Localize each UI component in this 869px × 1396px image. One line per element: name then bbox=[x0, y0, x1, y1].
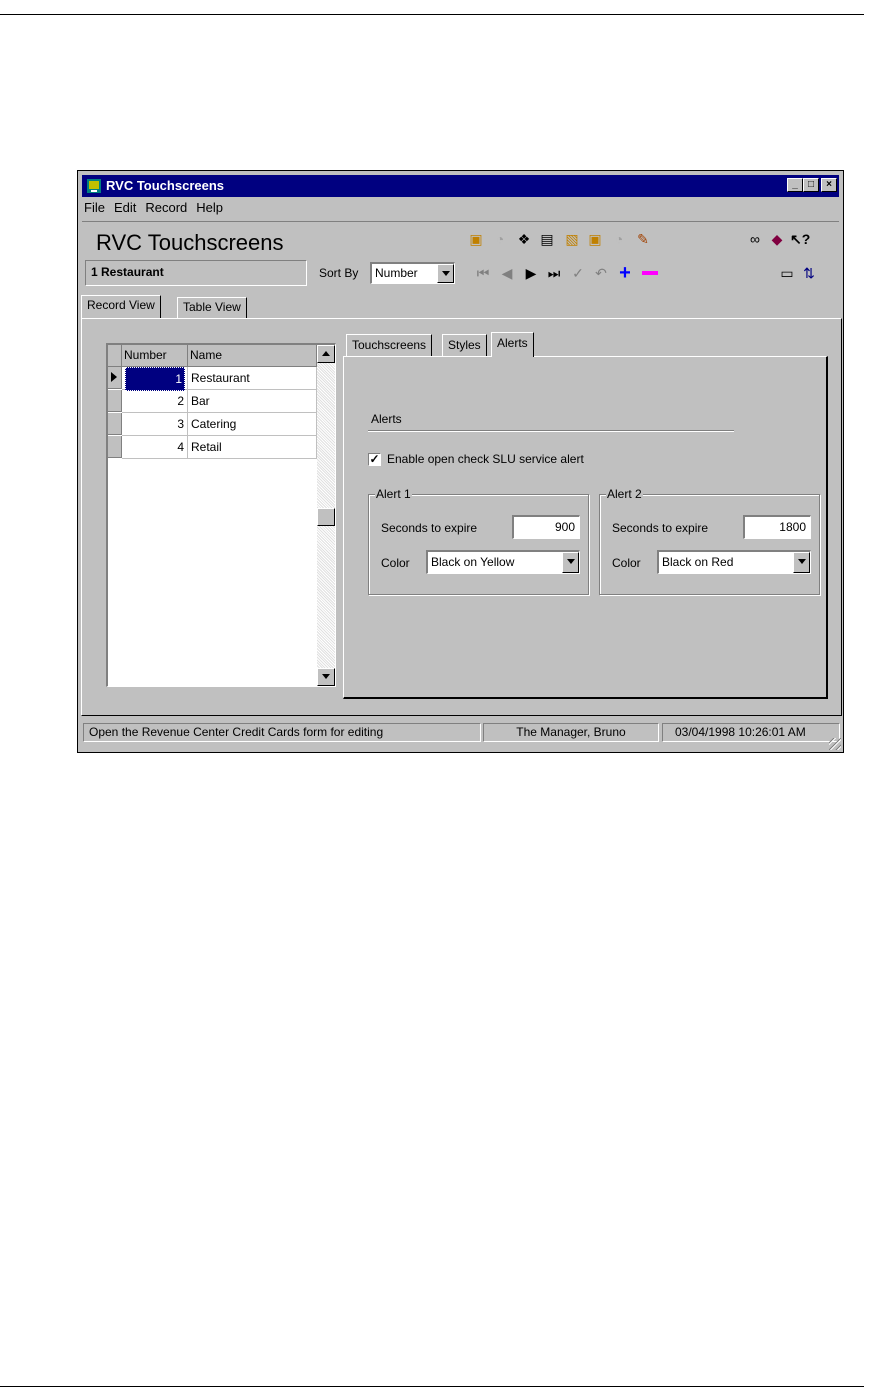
cell-number[interactable]: 3 bbox=[122, 413, 188, 436]
copy-icon[interactable]: ▣ bbox=[586, 230, 604, 248]
row-selector[interactable] bbox=[108, 413, 122, 435]
prev-record-icon[interactable]: ◀ bbox=[498, 264, 516, 282]
sort-by-select[interactable]: Number bbox=[370, 262, 455, 284]
edit-icon[interactable]: ✎ bbox=[634, 230, 652, 248]
grid-header-name[interactable]: Name bbox=[188, 345, 317, 367]
tab-record-view[interactable]: Record View bbox=[81, 295, 161, 318]
menu-file[interactable]: File bbox=[84, 200, 105, 215]
row-selector[interactable] bbox=[108, 367, 122, 389]
alert1-group: Alert 1 Seconds to expire 900 Color Blac… bbox=[368, 487, 589, 595]
copy-record-icon[interactable]: ▣ bbox=[467, 230, 485, 248]
grid-corner bbox=[108, 345, 122, 367]
paste-icon[interactable]: ◔ bbox=[610, 230, 628, 248]
next-record-icon[interactable]: ▶ bbox=[522, 264, 540, 282]
chevron-down-icon[interactable] bbox=[562, 552, 579, 573]
tab-table-view[interactable]: Table View bbox=[177, 297, 247, 318]
status-message: Open the Revenue Center Credit Cards for… bbox=[83, 723, 481, 742]
minimize-button[interactable]: _ bbox=[787, 178, 803, 192]
enable-alert-label[interactable]: Enable open check SLU service alert bbox=[387, 452, 584, 466]
alert1-seconds-label: Seconds to expire bbox=[381, 521, 478, 535]
page-top-rule bbox=[0, 14, 864, 15]
first-record-icon[interactable]: ⏮ bbox=[474, 264, 492, 282]
form-title: RVC Touchscreens bbox=[96, 230, 284, 255]
alerts-section-title: Alerts bbox=[371, 412, 402, 426]
tab-alerts[interactable]: Alerts bbox=[491, 332, 534, 357]
cell-name[interactable]: Retail bbox=[188, 436, 317, 459]
refresh-icon[interactable]: ⇅ bbox=[800, 264, 818, 282]
clipboard-icon[interactable]: ▧ bbox=[563, 230, 581, 248]
save-check-icon[interactable]: ✓ bbox=[569, 264, 587, 282]
close-button[interactable]: × bbox=[821, 178, 837, 192]
grid-header-number[interactable]: Number bbox=[122, 345, 188, 367]
alert2-title: Alert 2 bbox=[606, 487, 643, 501]
alert1-color-label: Color bbox=[381, 556, 410, 570]
undo-icon[interactable]: ↶ bbox=[592, 264, 610, 282]
cell-name[interactable]: Catering bbox=[188, 413, 317, 436]
alert2-color-label: Color bbox=[612, 556, 641, 570]
alert2-group: Alert 2 Seconds to expire 1800 Color Bla… bbox=[599, 487, 820, 595]
scroll-up-button[interactable] bbox=[317, 345, 335, 363]
alert2-color-select[interactable]: Black on Red bbox=[657, 550, 811, 574]
status-user: The Manager, Bruno bbox=[483, 723, 659, 742]
chevron-down-icon[interactable] bbox=[793, 552, 810, 573]
add-record-icon[interactable]: + bbox=[616, 263, 634, 283]
delete-record-icon[interactable] bbox=[641, 264, 659, 282]
alert1-title: Alert 1 bbox=[375, 487, 412, 501]
sort-by-label: Sort By bbox=[319, 266, 359, 280]
table-row[interactable]: 1 bbox=[122, 367, 188, 391]
app-icon bbox=[87, 179, 101, 193]
row-selector[interactable] bbox=[108, 436, 122, 458]
last-record-icon[interactable]: ⏭ bbox=[545, 264, 563, 282]
paste-record-icon[interactable]: ◔ bbox=[491, 230, 509, 248]
tab-touchscreens[interactable]: Touchscreens bbox=[346, 334, 433, 356]
alert1-seconds-input[interactable]: 900 bbox=[512, 515, 580, 539]
title-bar[interactable]: RVC Touchscreens _ □ × bbox=[82, 175, 839, 197]
cell-name[interactable]: Bar bbox=[188, 390, 317, 413]
alert1-color-value: Black on Yellow bbox=[431, 555, 515, 569]
scroll-thumb[interactable] bbox=[317, 508, 335, 526]
status-datetime: 03/04/1998 10:26:01 AM bbox=[662, 723, 840, 742]
section-divider bbox=[368, 430, 734, 432]
window-title: RVC Touchscreens bbox=[106, 178, 225, 193]
row-selector[interactable] bbox=[108, 390, 122, 412]
maximize-button[interactable]: □ bbox=[803, 178, 819, 192]
cell-number: 1 bbox=[125, 367, 185, 391]
delete-icon[interactable]: ▤ bbox=[538, 230, 556, 248]
menu-bar: File Edit Record Help bbox=[84, 200, 232, 218]
chevron-down-icon[interactable] bbox=[437, 264, 454, 283]
tab-styles[interactable]: Styles bbox=[442, 334, 487, 356]
resize-grip[interactable] bbox=[829, 738, 841, 750]
alert1-color-select[interactable]: Black on Yellow bbox=[426, 550, 580, 574]
menu-help[interactable]: Help bbox=[196, 200, 223, 215]
form-header: RVC Touchscreens 1 Restaurant Sort By Nu… bbox=[82, 221, 839, 286]
scroll-down-button[interactable] bbox=[317, 668, 335, 686]
cell-number[interactable]: 4 bbox=[122, 436, 188, 459]
menu-record[interactable]: Record bbox=[145, 200, 187, 215]
record-grid[interactable]: Number Name 1 Restaurant 2 Bar 3 Caterin… bbox=[106, 343, 336, 687]
sort-by-value: Number bbox=[375, 266, 418, 280]
find-record-icon[interactable]: ❖ bbox=[515, 230, 533, 248]
help-pointer-icon[interactable]: ↖? bbox=[790, 230, 810, 248]
alert2-color-value: Black on Red bbox=[662, 555, 734, 569]
alert2-seconds-label: Seconds to expire bbox=[612, 521, 709, 535]
find-icon[interactable]: ∞ bbox=[746, 230, 764, 248]
menu-edit[interactable]: Edit bbox=[114, 200, 136, 215]
enable-alert-checkbox[interactable]: ✓ bbox=[368, 453, 381, 466]
cell-number[interactable]: 2 bbox=[122, 390, 188, 413]
book-icon[interactable]: ◆ bbox=[768, 230, 786, 248]
page-bottom-rule bbox=[0, 1386, 864, 1387]
app-window: RVC Touchscreens _ □ × File Edit Record Hel… bbox=[77, 170, 844, 753]
alert2-seconds-input[interactable]: 1800 bbox=[743, 515, 811, 539]
current-record-box: 1 Restaurant bbox=[85, 260, 307, 286]
cell-name[interactable]: Restaurant bbox=[188, 367, 317, 390]
monitor-icon[interactable]: ▭ bbox=[778, 264, 796, 282]
grid-scrollbar[interactable] bbox=[317, 345, 335, 686]
